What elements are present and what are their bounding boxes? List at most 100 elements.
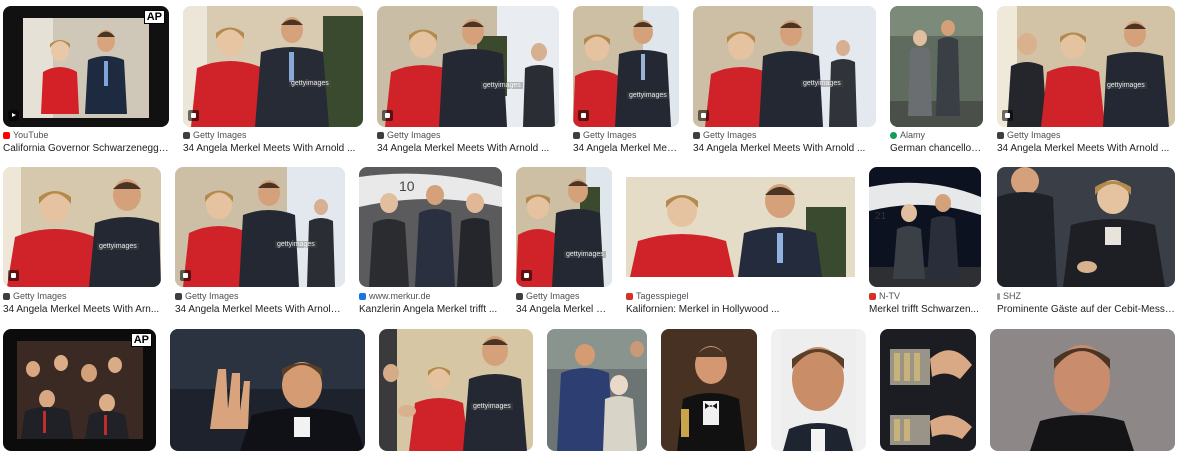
result-tile[interactable]: gettyimages Getty Images 34 Angela Merke… (573, 6, 679, 156)
source-label: Getty Images (13, 291, 67, 301)
result-tile[interactable] (990, 329, 1175, 451)
result-tile[interactable]: 21 N-TV Merkel trifft Schwarzen... (869, 167, 981, 317)
result-source: YouTube (3, 130, 169, 140)
result-thumbnail[interactable] (547, 329, 647, 451)
result-thumbnail[interactable] (170, 329, 365, 451)
result-title[interactable]: 34 Angela Merkel Meets With Arnold ... (183, 143, 363, 154)
result-thumbnail[interactable]: gettyimages (379, 329, 533, 451)
result-thumbnail[interactable] (626, 167, 855, 287)
result-source: Getty Images (693, 130, 876, 140)
result-title[interactable]: Prominente Gäste auf der Cebit-Messe | .… (997, 304, 1175, 315)
result-title[interactable]: 34 Angela Merkel Meets With Arn... (3, 304, 161, 315)
result-tile[interactable]: gettyimages Getty Images 34 Angela Merke… (997, 6, 1175, 156)
source-label: Getty Images (387, 130, 441, 140)
result-tile[interactable] (771, 329, 866, 451)
result-source: Getty Images (997, 130, 1175, 140)
result-title[interactable]: 34 Angela Merkel Meets With Arnold ... (693, 143, 876, 154)
source-label: Tagesspiegel (636, 291, 689, 301)
result-thumbnail[interactable]: gettyimages (693, 6, 876, 127)
result-thumbnail[interactable]: gettyimages (997, 6, 1175, 127)
result-title[interactable]: Kalifornien: Merkel in Hollywood ... (626, 304, 855, 315)
result-tile[interactable]: Alamy German chancellor ... (890, 6, 983, 156)
source-label: YouTube (13, 130, 49, 140)
result-thumbnail[interactable] (771, 329, 866, 451)
watermark: gettyimages (289, 80, 331, 87)
image-badge-icon (188, 110, 199, 121)
result-thumbnail[interactable] (890, 6, 983, 127)
result-tile[interactable] (661, 329, 757, 451)
watermark: gettyimages (275, 241, 317, 248)
result-tile[interactable] (547, 329, 647, 451)
result-source: Getty Images (377, 130, 559, 140)
watermark: gettyimages (564, 251, 606, 258)
result-thumbnail[interactable]: gettyimages (573, 6, 679, 127)
result-thumbnail[interactable]: 21 (997, 167, 1175, 287)
result-source: SHZ (997, 291, 1175, 301)
result-tile[interactable]: 21 SHZ Prominente Gäste auf der Cebit-Me… (997, 167, 1175, 317)
image-badge-icon (8, 270, 19, 281)
result-source: N-TV (869, 291, 981, 301)
result-title[interactable]: German chancellor ... (890, 143, 983, 154)
result-thumbnail[interactable]: 10 (359, 167, 502, 287)
result-tile[interactable]: gettyimages Getty Images 34 Angela Merke… (377, 6, 559, 156)
result-thumbnail[interactable]: gettyimages (3, 167, 161, 287)
result-title[interactable]: Merkel trifft Schwarzen... (869, 304, 981, 315)
result-tile[interactable]: gettyimages Getty Images 34 Angela Merke… (516, 167, 612, 317)
source-label: Getty Images (703, 130, 757, 140)
result-thumbnail[interactable]: 21 (869, 167, 981, 287)
result-title[interactable]: California Governor Schwarzenegge... (3, 143, 169, 154)
source-label: Alamy (900, 130, 926, 140)
result-thumbnail[interactable]: AP (3, 6, 169, 127)
result-thumbnail[interactable]: gettyimages (183, 6, 363, 127)
youtube-favicon-icon (3, 131, 10, 139)
result-thumbnail[interactable]: AP (3, 329, 156, 451)
result-title[interactable]: 34 Angela Merkel Mee... (573, 143, 679, 154)
watermark: gettyimages (801, 80, 843, 87)
svg-text:10: 10 (399, 178, 415, 194)
getty-favicon-icon (573, 131, 580, 139)
result-tile[interactable]: gettyimages Getty Images 34 Angela Merke… (3, 167, 161, 317)
result-thumbnail[interactable]: gettyimages (516, 167, 612, 287)
result-tile[interactable]: gettyimages (379, 329, 533, 451)
result-tile[interactable]: gettyimages Getty Images 34 Angela Merke… (693, 6, 876, 156)
result-tile[interactable]: Tagesspiegel Kalifornien: Merkel in Holl… (626, 167, 855, 317)
result-thumbnail[interactable]: gettyimages (377, 6, 559, 127)
getty-favicon-icon (175, 292, 182, 300)
source-label: N-TV (879, 291, 900, 301)
image-badge-icon (578, 110, 589, 121)
image-badge-icon (698, 110, 709, 121)
getty-favicon-icon (183, 131, 190, 139)
result-tile[interactable]: AP YouTube California Governor Schwarzen… (3, 6, 169, 156)
alamy-favicon-icon (890, 131, 897, 139)
result-tile[interactable]: gettyimages Getty Images 34 Angela Merke… (175, 167, 345, 317)
watermark: gettyimages (97, 243, 139, 250)
source-label: SHZ (1003, 291, 1021, 301)
result-title[interactable]: 34 Angela Merkel Meets With Arnold ... (997, 143, 1175, 154)
result-tile[interactable] (170, 329, 365, 451)
result-thumbnail[interactable] (880, 329, 976, 451)
image-badge-icon (180, 270, 191, 281)
getty-favicon-icon (693, 131, 700, 139)
result-title[interactable]: 34 Angela Merkel M... (516, 304, 612, 315)
result-title[interactable]: 34 Angela Merkel Meets With Arnold ... (377, 143, 559, 154)
video-badge-icon (8, 110, 19, 121)
image-badge-icon (382, 110, 393, 121)
result-source: Getty Images (573, 130, 679, 140)
result-thumbnail[interactable] (661, 329, 757, 451)
tagesspiegel-favicon-icon (626, 292, 633, 300)
result-tile[interactable]: gettyimages Getty Images 34 Angela Merke… (183, 6, 363, 156)
result-thumbnail[interactable] (990, 329, 1175, 451)
result-source: www.merkur.de (359, 291, 502, 301)
result-tile[interactable]: AP (3, 329, 156, 451)
watermark: gettyimages (481, 82, 523, 89)
result-title[interactable]: 34 Angela Merkel Meets With Arnold ... (175, 304, 345, 315)
result-source: Getty Images (3, 291, 161, 301)
result-thumbnail[interactable]: gettyimages (175, 167, 345, 287)
result-tile[interactable] (880, 329, 976, 451)
result-tile[interactable]: 10 www.merkur.de Kanzlerin Angela Merkel… (359, 167, 502, 317)
svg-text:21: 21 (875, 211, 887, 222)
result-source: Tagesspiegel (626, 291, 855, 301)
result-title[interactable]: Kanzlerin Angela Merkel trifft ... (359, 304, 502, 315)
merkur-favicon-icon (359, 292, 366, 300)
image-badge-icon (521, 270, 532, 281)
